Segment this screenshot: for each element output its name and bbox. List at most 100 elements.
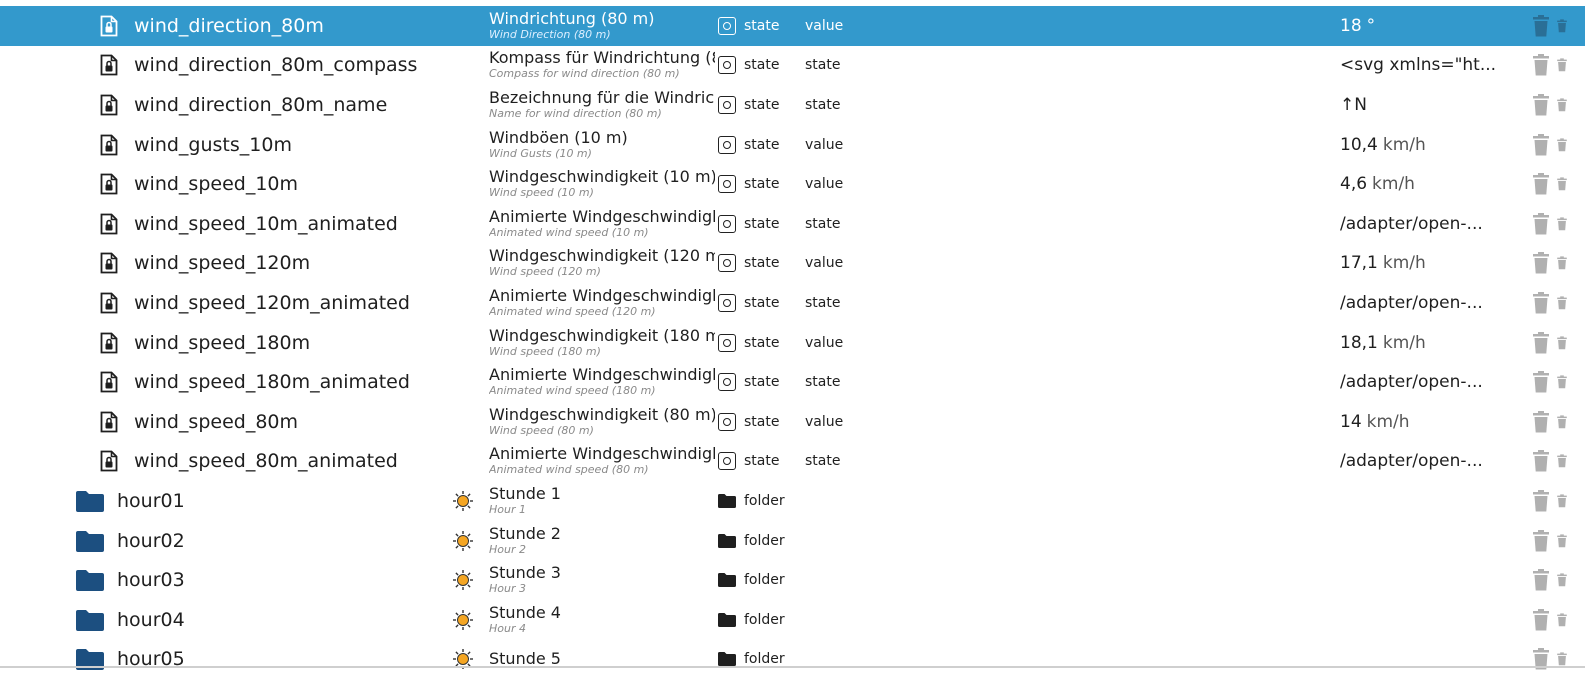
trash-icon[interactable]: [1530, 560, 1552, 600]
object-value[interactable]: 10,4 km/h: [1340, 125, 1500, 165]
object-name-translation: Name for wind direction (80 m): [489, 106, 662, 120]
table-row[interactable]: wind_speed_80m Windgeschwindigkeit (80 m)…: [0, 402, 1585, 442]
table-row[interactable]: hour02 Stunde 2 Hour 2 folder: [0, 521, 1585, 561]
trash-icon[interactable]: [1530, 46, 1552, 86]
object-id[interactable]: wind_speed_80m_animated: [134, 442, 398, 482]
edit-icon[interactable]: [1556, 442, 1568, 482]
value-text: /adapter/open-...: [1340, 372, 1483, 393]
folder-icon[interactable]: [75, 481, 105, 521]
object-value[interactable]: <svg xmlns="ht...: [1340, 46, 1500, 86]
trash-icon[interactable]: [1530, 244, 1552, 284]
object-value[interactable]: 17,1 km/h: [1340, 244, 1500, 284]
object-id[interactable]: wind_speed_80m: [134, 402, 298, 442]
object-value[interactable]: ↑N: [1340, 85, 1500, 125]
object-id[interactable]: wind_speed_120m_animated: [134, 283, 410, 323]
object-id[interactable]: wind_gusts_10m: [134, 125, 292, 165]
table-row[interactable]: wind_speed_180m Windgeschwindigkeit (180 …: [0, 323, 1585, 363]
file-lock-icon: [98, 125, 120, 165]
edit-icon[interactable]: [1556, 521, 1568, 561]
object-id[interactable]: hour05: [117, 640, 185, 680]
edit-icon[interactable]: [1556, 6, 1568, 46]
table-row[interactable]: hour04 Stunde 4 Hour 4 folder: [0, 600, 1585, 640]
state-icon: [716, 283, 738, 323]
object-id[interactable]: wind_direction_80m: [134, 6, 324, 46]
object-id[interactable]: hour04: [117, 600, 185, 640]
object-value[interactable]: 14 km/h: [1340, 402, 1500, 442]
table-row[interactable]: wind_direction_80m_compass Kompass für Wi…: [0, 46, 1585, 86]
folder-icon[interactable]: [75, 521, 105, 561]
edit-icon[interactable]: [1556, 85, 1568, 125]
object-value[interactable]: /adapter/open-...: [1340, 362, 1500, 402]
table-row[interactable]: wind_speed_80m_animated Animierte Windges…: [0, 442, 1585, 482]
value-text: 18,1: [1340, 332, 1378, 353]
edit-icon[interactable]: [1556, 600, 1568, 640]
object-id[interactable]: wind_speed_10m_animated: [134, 204, 398, 244]
object-id[interactable]: wind_speed_10m: [134, 164, 298, 204]
edit-icon[interactable]: [1556, 560, 1568, 600]
trash-icon[interactable]: [1530, 521, 1552, 561]
edit-icon[interactable]: [1556, 283, 1568, 323]
object-id[interactable]: hour03: [117, 560, 185, 600]
table-row[interactable]: wind_direction_80m_name Bezeichnung für d…: [0, 85, 1585, 125]
folder-icon[interactable]: [75, 560, 105, 600]
trash-icon[interactable]: [1530, 402, 1552, 442]
edit-icon[interactable]: [1556, 204, 1568, 244]
object-value[interactable]: /adapter/open-...: [1340, 442, 1500, 482]
folder-icon[interactable]: [75, 640, 105, 680]
edit-icon[interactable]: [1556, 402, 1568, 442]
object-value[interactable]: 18,1 km/h: [1340, 323, 1500, 363]
trash-icon[interactable]: [1530, 85, 1552, 125]
edit-icon[interactable]: [1556, 125, 1568, 165]
object-value[interactable]: 18 °: [1340, 6, 1500, 46]
object-id[interactable]: hour02: [117, 521, 185, 561]
object-id[interactable]: hour01: [117, 481, 185, 521]
value-text: 10,4: [1340, 134, 1378, 155]
object-id[interactable]: wind_speed_180m: [134, 323, 310, 363]
table-row[interactable]: wind_speed_120m Windgeschwindigkeit (120 …: [0, 244, 1585, 284]
file-lock-icon: [98, 402, 120, 442]
object-id[interactable]: wind_direction_80m_compass: [134, 46, 417, 86]
table-row[interactable]: hour01 Stunde 1 Hour 1 folder: [0, 481, 1585, 521]
table-row[interactable]: wind_gusts_10m Windböen (10 m) Wind Gusts …: [0, 125, 1585, 165]
trash-icon[interactable]: [1530, 362, 1552, 402]
trash-icon[interactable]: [1530, 481, 1552, 521]
file-lock-icon: [98, 362, 120, 402]
edit-icon[interactable]: [1556, 362, 1568, 402]
trash-icon[interactable]: [1530, 283, 1552, 323]
edit-icon[interactable]: [1556, 481, 1568, 521]
table-row[interactable]: wind_speed_10m_animated Animierte Windges…: [0, 204, 1585, 244]
object-value[interactable]: /adapter/open-...: [1340, 204, 1500, 244]
object-name-translation: Wind Direction (80 m): [489, 27, 611, 41]
edit-icon[interactable]: [1556, 323, 1568, 363]
trash-icon[interactable]: [1530, 164, 1552, 204]
object-id[interactable]: wind_speed_180m_animated: [134, 362, 410, 402]
trash-icon[interactable]: [1530, 204, 1552, 244]
trash-icon[interactable]: [1530, 323, 1552, 363]
table-row[interactable]: wind_direction_80m Windrichtung (80 m) Win…: [0, 6, 1585, 46]
table-row[interactable]: wind_speed_180m_animated Animierte Windge…: [0, 362, 1585, 402]
edit-icon[interactable]: [1556, 640, 1568, 680]
table-row[interactable]: hour05 Stunde 5 folder: [0, 640, 1585, 680]
edit-icon[interactable]: [1556, 46, 1568, 86]
object-value[interactable]: 4,6 km/h: [1340, 164, 1500, 204]
value-text: /adapter/open-...: [1340, 213, 1483, 234]
edit-icon[interactable]: [1556, 164, 1568, 204]
table-row[interactable]: wind_speed_120m_animated Animierte Windge…: [0, 283, 1585, 323]
object-name-main: Windgeschwindigkeit (180 m): [489, 326, 715, 345]
object-type: state: [744, 57, 780, 74]
object-name: Stunde 4 Hour 4: [489, 600, 715, 640]
object-id[interactable]: wind_speed_120m: [134, 244, 310, 284]
trash-icon[interactable]: [1530, 125, 1552, 165]
trash-icon[interactable]: [1530, 640, 1552, 680]
trash-icon[interactable]: [1530, 600, 1552, 640]
table-row[interactable]: hour03 Stunde 3 Hour 3 folder: [0, 560, 1585, 600]
folder-icon[interactable]: [75, 600, 105, 640]
trash-icon[interactable]: [1530, 442, 1552, 482]
table-row[interactable]: wind_speed_10m Windgeschwindigkeit (10 m)…: [0, 164, 1585, 204]
edit-icon[interactable]: [1556, 244, 1568, 284]
object-value[interactable]: /adapter/open-...: [1340, 283, 1500, 323]
sun-icon: [452, 560, 474, 600]
object-id[interactable]: wind_direction_80m_name: [134, 85, 387, 125]
object-name-translation: Wind Gusts (10 m): [489, 146, 592, 160]
trash-icon[interactable]: [1530, 6, 1552, 46]
